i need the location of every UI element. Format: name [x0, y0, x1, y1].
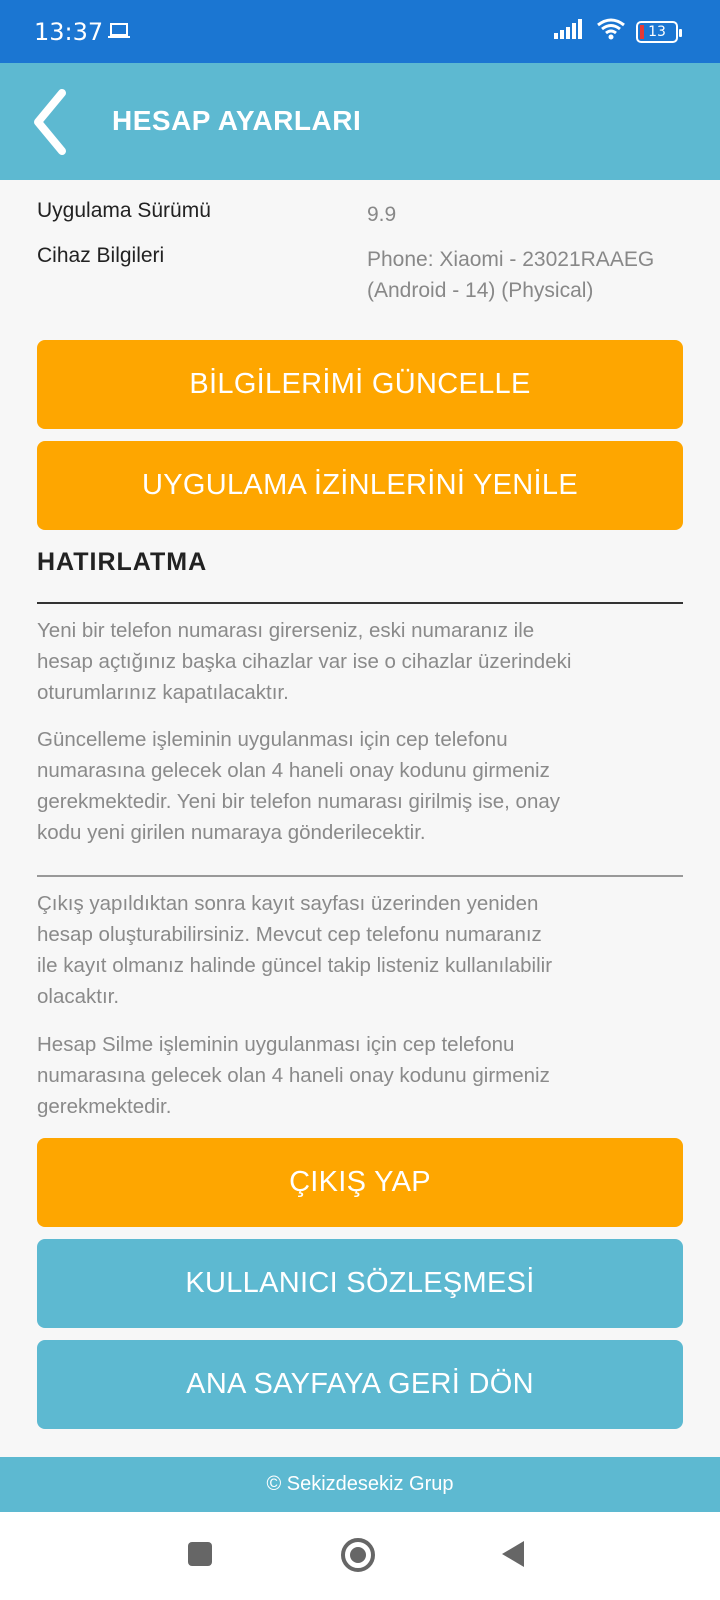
- wifi-icon: [596, 18, 626, 45]
- text-line: hesap oluşturabilirsiniz. Mevcut cep tel…: [37, 923, 542, 946]
- text-line: numarasına gelecek olan 4 haneli onay ko…: [37, 759, 550, 782]
- text-line: ile kayıt olmanız halinde güncel takip l…: [37, 954, 553, 977]
- page-title: HESAP AYARLARI: [112, 105, 362, 136]
- status-icons: 13: [554, 18, 682, 45]
- back-nav-icon[interactable]: [500, 1539, 526, 1574]
- reminder-paragraph: Güncelleme işleminin uygulanması için ce…: [37, 724, 687, 848]
- divider: [37, 875, 683, 877]
- app-version-value: 9.9: [367, 203, 397, 226]
- text-line: numarasına gelecek olan 4 haneli onay ko…: [37, 1064, 550, 1087]
- device-info-line: (Android - 14) (Physical): [367, 279, 594, 302]
- text-line: oturumlarınız kapatılacaktır.: [37, 681, 289, 704]
- footer: © Sekizdesekiz Grup: [0, 1457, 720, 1512]
- reminder-title: HATIRLATMA: [37, 548, 208, 576]
- text-line: gerekmektedir.: [37, 1095, 172, 1118]
- recents-icon[interactable]: [187, 1541, 213, 1572]
- battery-level: 13: [648, 23, 666, 40]
- device-info-row: Cihaz Bilgileri Phone: Xiaomi - 23021RAA…: [37, 244, 687, 310]
- text-line: Çıkış yapıldıktan sonra kayıt sayfası üz…: [37, 892, 539, 915]
- text-line: Güncelleme işleminin uygulanması için ce…: [37, 728, 508, 751]
- copyright-text: © Sekizdesekiz Grup: [266, 1473, 454, 1495]
- device-info-value: Phone: Xiaomi - 23021RAAEG (Android - 14…: [367, 244, 654, 306]
- device-info-label: Cihaz Bilgileri: [37, 244, 165, 267]
- signal-icon: [554, 19, 586, 44]
- home-icon[interactable]: [340, 1537, 376, 1578]
- laptop-icon: [108, 22, 130, 45]
- battery-icon: 13: [636, 20, 682, 43]
- reminder-paragraph: Yeni bir telefon numarası girerseniz, es…: [37, 615, 687, 708]
- text-line: Yeni bir telefon numarası girerseniz, es…: [37, 619, 535, 642]
- status-bar: 13:37 13: [0, 0, 720, 63]
- text-line: olacaktır.: [37, 985, 120, 1008]
- logout-button[interactable]: ÇIKIŞ YAP: [37, 1138, 683, 1227]
- app-version-row: Uygulama Sürümü 9.9: [37, 199, 687, 233]
- update-info-button[interactable]: BİLGİLERİMİ GÜNCELLE: [37, 340, 683, 429]
- chevron-left-icon: [34, 89, 66, 155]
- back-button[interactable]: [28, 87, 88, 157]
- text-line: Hesap Silme işleminin uygulanması için c…: [37, 1033, 515, 1056]
- app-version-label: Uygulama Sürümü: [37, 199, 211, 222]
- system-nav-bar: [0, 1512, 720, 1600]
- divider: [37, 602, 683, 604]
- back-home-button[interactable]: ANA SAYFAYA GERİ DÖN: [37, 1340, 683, 1429]
- text-line: hesap açtığınız başka cihazlar var ise o…: [37, 650, 572, 673]
- text-line: kodu yeni girilen numaraya gönderilecekt…: [37, 821, 426, 844]
- renew-permissions-button[interactable]: UYGULAMA İZİNLERİNİ YENİLE: [37, 441, 683, 530]
- logout-info-paragraph: Çıkış yapıldıktan sonra kayıt sayfası üz…: [37, 888, 687, 1012]
- text-line: gerekmektedir. Yeni bir telefon numarası…: [37, 790, 561, 813]
- status-time: 13:37: [34, 18, 104, 46]
- device-info-line: Phone: Xiaomi - 23021RAAEG: [367, 248, 655, 271]
- delete-info-paragraph: Hesap Silme işleminin uygulanması için c…: [37, 1029, 687, 1122]
- user-agreement-button[interactable]: KULLANICI SÖZLEŞMESİ: [37, 1239, 683, 1328]
- app-header: HESAP AYARLARI: [0, 63, 720, 180]
